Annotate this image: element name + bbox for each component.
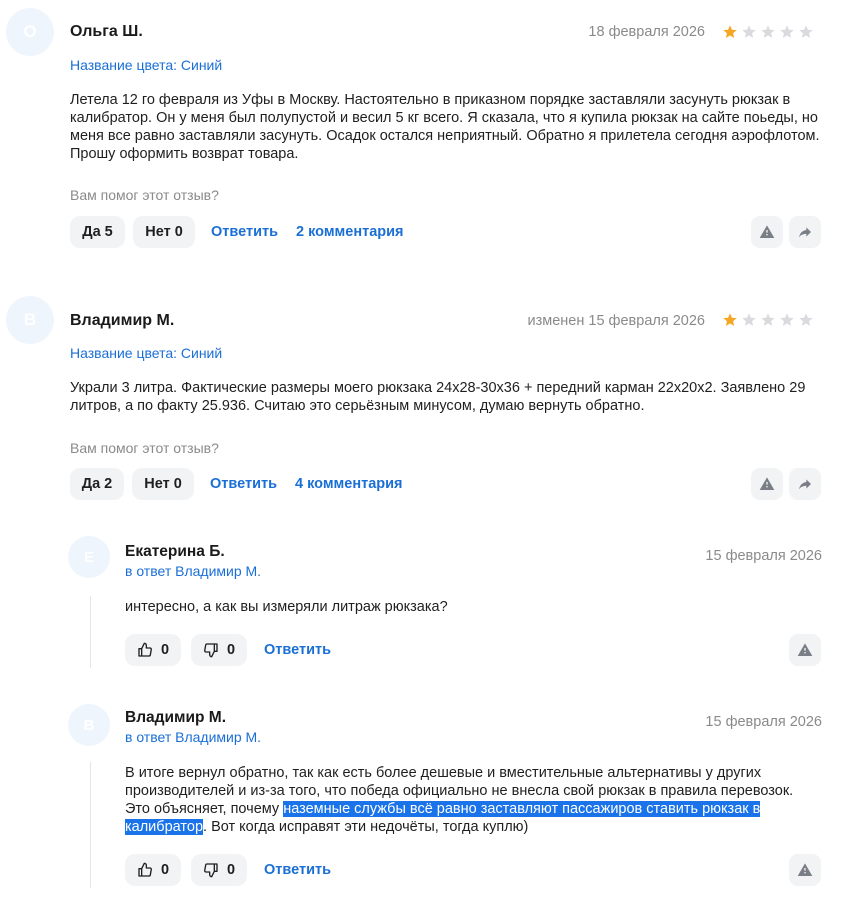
report-button[interactable] — [789, 634, 821, 666]
review-date: 18 февраля 2026 — [588, 24, 705, 40]
comment-author[interactable]: Екатерина Б. — [125, 543, 225, 561]
review-text: Летела 12 го февраля из Уфы в Москву. На… — [70, 91, 830, 163]
star-empty-icon — [742, 25, 756, 38]
comment-text: интересно, а как вы измеряли литраж рюкз… — [125, 598, 825, 616]
star-empty-icon — [799, 313, 813, 326]
star-empty-icon — [761, 25, 775, 38]
helpful-no-button[interactable]: Нет 0 — [132, 468, 194, 500]
comment-text-line: калибратор. Вот когда исправят эти недоч… — [125, 818, 835, 836]
warning-icon — [759, 477, 775, 490]
star-empty-icon — [799, 25, 813, 38]
dislike-button[interactable]: 0 — [191, 854, 248, 886]
thumbs-down-icon — [204, 863, 218, 878]
dislike-count: 0 — [227, 642, 236, 658]
share-button[interactable] — [789, 216, 821, 248]
comment-date: 15 февраля 2026 — [705, 714, 822, 730]
comment-text-plain: . Вот когда исправят эти недочёты, тогда… — [203, 819, 529, 835]
review-date: изменен 15 февраля 2026 — [527, 313, 705, 329]
star-empty-icon — [780, 25, 794, 38]
helpful-question: Вам помог этот отзыв? — [70, 187, 219, 203]
selected-text-highlight: наземные службы всё равно заставляют пас… — [283, 801, 761, 817]
avatar: Е — [68, 536, 110, 578]
review-text-line: калибратор. Он у меня был полупустой и в… — [70, 110, 818, 126]
star-filled-icon — [723, 313, 737, 326]
comments-toggle-link[interactable]: 4 комментария — [295, 476, 403, 492]
star-empty-icon — [780, 313, 794, 326]
reply-button[interactable]: Ответить — [264, 862, 331, 878]
helpful-yes-button[interactable]: Да 2 — [70, 468, 124, 500]
review-text-line: Летела 12 го февраля из Уфы в Москву. На… — [70, 92, 791, 108]
review-text-line: литров, а по факту 25.936. Считаю это се… — [70, 398, 645, 414]
star-filled-icon — [723, 25, 737, 38]
like-count: 0 — [161, 862, 170, 878]
review-text-line: Прошу оформить возврат товара. — [70, 146, 299, 162]
share-button[interactable] — [789, 468, 821, 500]
like-button[interactable]: 0 — [125, 634, 182, 666]
report-button[interactable] — [751, 468, 783, 500]
comment-text-line: интересно, а как вы измеряли литраж рюкз… — [125, 599, 448, 615]
reply-to-link[interactable]: в ответ Владимир М. — [125, 729, 261, 745]
comment-author[interactable]: Владимир М. — [125, 709, 226, 727]
share-arrow-icon — [799, 227, 811, 238]
helpful-yes-button[interactable]: Да 5 — [70, 216, 125, 248]
review-author[interactable]: Владимир М. — [70, 312, 174, 330]
review-author[interactable]: Ольга Ш. — [70, 23, 143, 41]
avatar: В — [68, 704, 110, 746]
comment-text-line: В итоге вернул обратно, так как есть бол… — [125, 765, 762, 781]
product-color-attribute: Название цвета: Синий — [70, 345, 223, 361]
reply-button[interactable]: Ответить — [210, 476, 277, 492]
reply-button[interactable]: Ответить — [264, 642, 331, 658]
review-text-line: Украли 3 литра. Фактические размеры моег… — [70, 380, 806, 396]
dislike-count: 0 — [227, 862, 236, 878]
like-count: 0 — [161, 642, 170, 658]
reply-to-link[interactable]: в ответ Владимир М. — [125, 563, 261, 579]
comment-text-line: производителей и из-за того, что победа … — [125, 783, 794, 799]
helpful-question: Вам помог этот отзыв? — [70, 440, 219, 456]
dislike-button[interactable]: 0 — [191, 634, 248, 666]
thumbs-up-icon — [138, 862, 152, 877]
comments-toggle-link[interactable]: 2 комментария — [296, 224, 404, 240]
comment-text: В итоге вернул обратно, так как есть бол… — [125, 764, 835, 836]
selected-text-highlight: калибратор — [125, 819, 204, 835]
reply-button[interactable]: Ответить — [211, 224, 278, 240]
like-button[interactable]: 0 — [125, 854, 182, 886]
comment-date: 15 февраля 2026 — [705, 548, 822, 564]
report-button[interactable] — [789, 854, 821, 886]
star-empty-icon — [742, 313, 756, 326]
comment-text-line: Это объясняет, почему наземные службы вс… — [125, 800, 835, 818]
share-arrow-icon — [799, 479, 811, 490]
comment-text-plain: Это объясняет, почему — [125, 801, 284, 817]
avatar: О — [6, 8, 54, 56]
avatar: В — [6, 296, 54, 344]
thread-line — [90, 596, 91, 668]
star-empty-icon — [761, 313, 775, 326]
thumbs-up-icon — [138, 642, 152, 657]
warning-icon — [797, 643, 813, 656]
review-text-line: меня все равно заставляли засунуть. Осад… — [70, 128, 820, 144]
warning-icon — [797, 863, 813, 876]
report-button[interactable] — [751, 216, 783, 248]
warning-icon — [759, 225, 775, 238]
helpful-no-button[interactable]: Нет 0 — [133, 216, 195, 248]
rating-stars — [722, 312, 814, 328]
product-color-attribute: Название цвета: Синий — [70, 57, 223, 73]
rating-stars — [722, 24, 814, 40]
review-text: Украли 3 литра. Фактические размеры моег… — [70, 379, 830, 415]
thread-line — [90, 762, 91, 888]
thumbs-down-icon — [204, 643, 218, 658]
